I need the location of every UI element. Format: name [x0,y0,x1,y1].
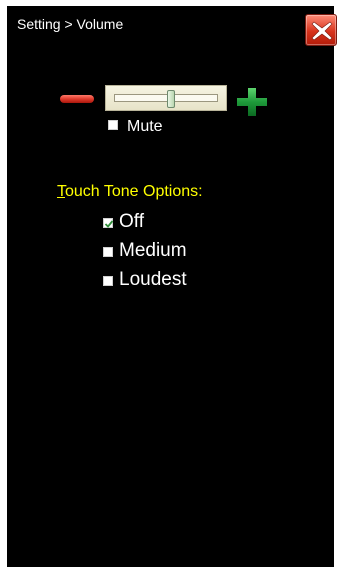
volume-settings-screen: Setting > Volume Mute Touch Tone Options… [7,6,337,567]
slider-track [114,94,218,102]
mute-checkbox[interactable] [108,120,118,130]
volume-decrease-button[interactable] [59,92,95,106]
close-x-icon [311,21,333,41]
minus-icon [60,95,94,103]
touch-tone-option-off-label: Off [119,211,144,232]
breadcrumb: Setting > Volume [17,16,124,32]
slider-thumb[interactable] [167,90,176,108]
close-button[interactable] [305,14,337,46]
heading-text: ouch Tone Options: [65,183,203,200]
plus-icon [237,88,267,116]
touch-tone-heading: Touch Tone Options: [57,183,203,201]
touch-tone-option-medium-label: Medium [119,240,187,261]
touch-tone-option-loudest-checkbox[interactable] [103,276,113,286]
touch-tone-option-off-checkbox[interactable] [103,218,114,228]
mute-label: Mute [127,118,163,135]
volume-increase-button[interactable] [235,86,269,118]
touch-tone-option-loudest-label: Loudest [119,269,187,290]
heading-mnemonic: T [57,183,65,200]
touch-tone-option-medium-checkbox[interactable] [103,247,113,257]
check-icon [104,220,114,228]
volume-slider[interactable] [105,85,227,111]
